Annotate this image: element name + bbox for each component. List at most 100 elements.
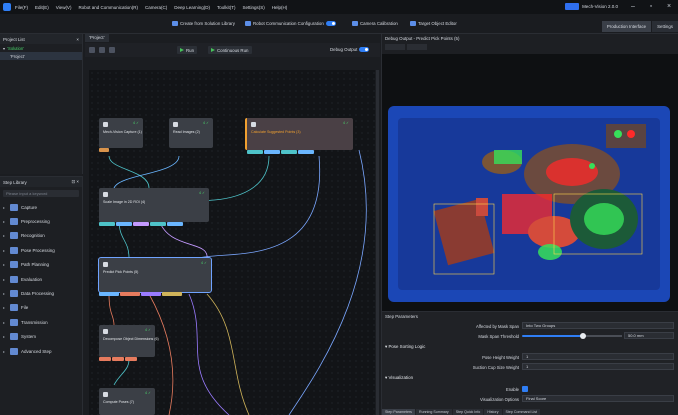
bin-visualization bbox=[382, 54, 678, 311]
layout-icon[interactable] bbox=[109, 47, 115, 53]
debug-image-view[interactable] bbox=[382, 54, 678, 311]
brand: Mech-Vision 2.0.0 bbox=[565, 3, 618, 10]
play-icon bbox=[180, 48, 184, 52]
create-from-library-button[interactable]: Create from Solution Library bbox=[172, 21, 235, 26]
maximize-icon[interactable]: ▫ bbox=[646, 2, 656, 12]
flow-node-read-images[interactable]: 4 ✓ Read Images (2) bbox=[169, 118, 213, 148]
run-button[interactable]: Run bbox=[177, 46, 198, 54]
menu-help[interactable]: Help(H) bbox=[272, 5, 288, 10]
library-item-capture[interactable]: ▸ Capture bbox=[0, 200, 82, 214]
canvas-scrollbar[interactable] bbox=[376, 70, 379, 415]
robot-icon bbox=[245, 21, 251, 26]
enable-checkbox[interactable] bbox=[522, 386, 528, 392]
menu-camera[interactable]: Camera(C) bbox=[145, 5, 167, 10]
tab-history[interactable]: History bbox=[484, 409, 502, 415]
library-item-recognition[interactable]: ▸ Recognition bbox=[0, 229, 82, 243]
mask-span-label: Affected by Mask Span bbox=[476, 324, 519, 329]
continuous-run-button[interactable]: Continuous Run bbox=[208, 46, 252, 54]
node-ports bbox=[247, 150, 314, 154]
flow-node-suggested-points[interactable]: 4 ✓ Calculate Suggested Points (3) bbox=[245, 118, 353, 154]
library-item-path-planning[interactable]: ▸ Path Planning bbox=[0, 258, 82, 272]
app-logo-icon bbox=[3, 3, 11, 11]
menu-bar: File(F) Edit(E) View(V) Robot and Commun… bbox=[0, 0, 678, 14]
tab-running-summary[interactable]: Running Summary bbox=[415, 409, 452, 415]
step-parameters-title: Step Parameters bbox=[385, 314, 418, 319]
node-ports bbox=[99, 292, 182, 296]
library-item-pose-processing[interactable]: ▸ Pose Processing bbox=[0, 243, 82, 257]
menu-view[interactable]: View(V) bbox=[56, 5, 72, 10]
project-canvas-panel: ‘Project’ Run Continuous Run Debug Outpu… bbox=[85, 34, 380, 415]
node-status: 4 ✓ bbox=[342, 121, 349, 125]
project-item[interactable]: ‘Project’ bbox=[0, 52, 82, 60]
camera-calibration-button[interactable]: Camera Calibration bbox=[352, 21, 398, 26]
menu-settings[interactable]: Settings(S) bbox=[243, 5, 265, 10]
node-status: 4 ✓ bbox=[200, 261, 207, 265]
points-icon bbox=[251, 122, 256, 127]
menu-file[interactable]: File(F) bbox=[15, 5, 28, 10]
close-panel-icon[interactable]: × bbox=[76, 37, 79, 42]
debug-view-tabs bbox=[382, 44, 678, 51]
mask-span-select[interactable]: Into Two Groups bbox=[522, 322, 674, 329]
library-item-system[interactable]: ▸ System bbox=[0, 330, 82, 344]
menu-deep-learning[interactable]: Deep Learning(D) bbox=[174, 5, 210, 10]
flow-node-decompose[interactable]: 4 ✓ Decompose Object Dimensions (6) bbox=[99, 325, 159, 361]
expand-icon[interactable]: ▾ bbox=[3, 46, 5, 51]
tab-step-quick-info[interactable]: Step Quick Info bbox=[452, 409, 484, 415]
node-ports bbox=[99, 357, 137, 361]
minimize-icon[interactable]: – bbox=[628, 2, 638, 12]
path-icon bbox=[10, 261, 18, 269]
debug-output-toggle[interactable] bbox=[359, 47, 370, 52]
tab-step-command-list[interactable]: Step Command List bbox=[502, 409, 541, 415]
panel-controls-icon[interactable]: ⊡ × bbox=[72, 179, 79, 185]
vis-options-label: Visualization Options bbox=[479, 397, 519, 402]
menu-robot-communication[interactable]: Robot and Communication(R) bbox=[78, 5, 138, 10]
solution-item[interactable]: ▾ ‘Solution’ bbox=[0, 44, 82, 52]
flow-node-compute-poses[interactable]: 4 ✓ Compute Poses (7) bbox=[99, 388, 155, 415]
vis-options-select[interactable]: Final Score bbox=[522, 395, 674, 402]
mask-threshold-input[interactable]: 50.0 mm bbox=[624, 332, 674, 339]
flow-canvas[interactable]: 4 ✓ Mech-Vision Capture (1) 4 ✓ Read Ima… bbox=[89, 70, 375, 415]
step-search-input[interactable]: Please input a keyword bbox=[3, 190, 79, 197]
calibration-icon bbox=[352, 21, 358, 26]
visualization-section[interactable]: ▾ Visualization bbox=[385, 375, 413, 381]
flow-node-predict-pick-points[interactable]: 4 ✓ Predict Pick Points (5) bbox=[98, 257, 212, 296]
target-object-editor-button[interactable]: Target Object Editor bbox=[410, 21, 457, 26]
solution-label: ‘Solution’ bbox=[7, 45, 25, 51]
project-list-panel: Project List × ▾ ‘Solution’ ‘Project’ bbox=[0, 34, 83, 174]
transmission-icon bbox=[10, 318, 18, 326]
pose-logic-header: Pose Sorting Logic bbox=[388, 344, 426, 349]
canvas-tab[interactable]: ‘Project’ bbox=[85, 34, 109, 42]
bottom-tabs: Step Parameters Running Summary Step Qui… bbox=[382, 409, 678, 415]
tab-settings[interactable]: Settings bbox=[651, 21, 678, 32]
pose-height-input[interactable]: 1 bbox=[522, 353, 674, 360]
flow-node-scale-image[interactable]: 4 ✓ Scale Image in 2D ROI (4) bbox=[99, 188, 209, 226]
decompose-icon bbox=[103, 329, 108, 334]
debug-tab-2d[interactable] bbox=[385, 44, 405, 50]
node-status: 4 ✓ bbox=[144, 391, 151, 395]
pose-logic-section[interactable]: ▾ Pose Sorting Logic bbox=[385, 344, 425, 350]
robot-comm-toggle[interactable] bbox=[325, 21, 336, 26]
debug-output-switch[interactable]: Debug Output bbox=[330, 47, 370, 52]
node-title: Scale Image in 2D ROI (4) bbox=[103, 200, 146, 204]
tab-step-parameters[interactable]: Step Parameters bbox=[382, 409, 415, 415]
flow-node-capture[interactable]: 4 ✓ Mech-Vision Capture (1) bbox=[99, 118, 143, 152]
tab-production-interface[interactable]: Production Interface bbox=[600, 21, 652, 32]
library-item-preprocessing[interactable]: ▸ Preprocessing bbox=[0, 214, 82, 228]
node-title: Read Images (2) bbox=[173, 130, 200, 134]
close-icon[interactable]: × bbox=[664, 2, 674, 12]
library-item-evaluation[interactable]: ▸ Evaluation bbox=[0, 272, 82, 286]
robot-comm-config-button[interactable]: Robot Communication Configuration bbox=[245, 21, 336, 26]
library-item-advanced-step[interactable]: ▸ Advanced Step bbox=[0, 344, 82, 358]
undo-icon[interactable] bbox=[99, 47, 105, 53]
menu-edit[interactable]: Edit(E) bbox=[35, 5, 49, 10]
debug-tab-3d[interactable] bbox=[407, 44, 427, 50]
library-item-file[interactable]: ▸ File bbox=[0, 301, 82, 315]
suction-input[interactable]: 1 bbox=[522, 363, 674, 370]
save-icon[interactable] bbox=[89, 47, 95, 53]
threshold-slider-rest bbox=[582, 335, 622, 337]
pose-height-label: Pose Height Weight bbox=[482, 355, 519, 360]
menu-toolkit[interactable]: Toolkit(T) bbox=[217, 5, 236, 10]
library-item-data-processing[interactable]: ▸ Data Processing bbox=[0, 286, 82, 300]
threshold-slider-knob[interactable] bbox=[580, 333, 586, 339]
library-item-transmission[interactable]: ▸ Transmission bbox=[0, 315, 82, 329]
